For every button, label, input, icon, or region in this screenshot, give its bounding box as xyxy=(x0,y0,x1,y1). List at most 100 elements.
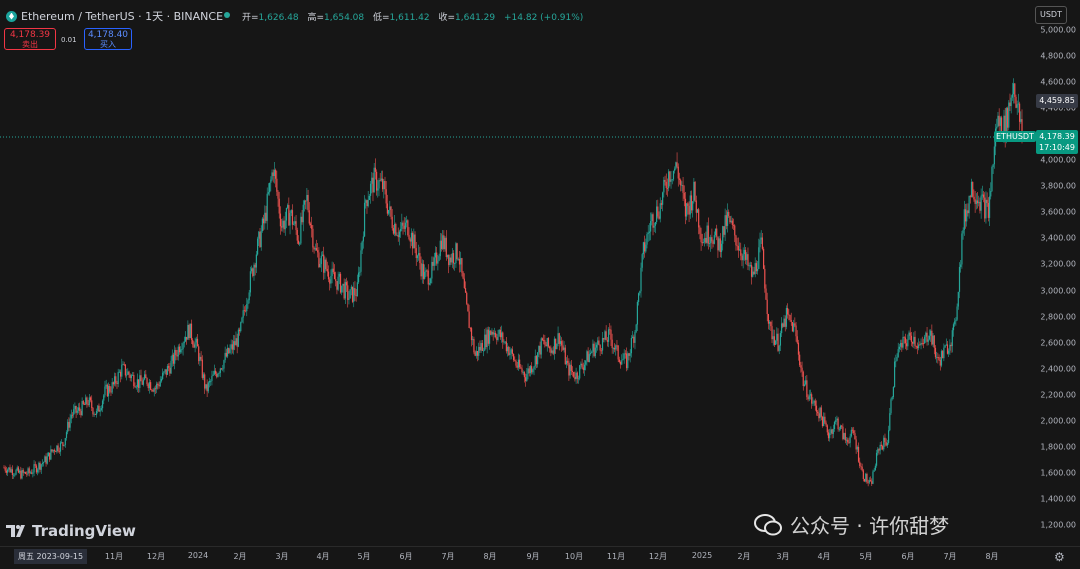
candle-body xyxy=(426,270,428,272)
candle-body xyxy=(445,237,447,258)
last-price: 4,178.39 xyxy=(1039,132,1075,141)
candle-body xyxy=(116,383,118,385)
y-tick-label: 1,600.00 xyxy=(1040,468,1076,478)
y-tick-label: 3,800.00 xyxy=(1040,181,1076,191)
candle-body xyxy=(616,345,618,347)
candle-body xyxy=(981,194,983,196)
candle-body xyxy=(261,218,264,232)
candle-body xyxy=(734,225,736,236)
candle-body xyxy=(212,374,214,376)
candle-body xyxy=(900,342,902,347)
candle-body xyxy=(379,180,381,182)
candle-body xyxy=(493,332,495,335)
candle-body xyxy=(895,360,897,362)
candle-body xyxy=(62,442,64,446)
candle-body xyxy=(729,216,731,223)
candle-body xyxy=(580,363,582,366)
candle-body xyxy=(972,181,974,197)
candle-body xyxy=(319,263,321,268)
candle-body xyxy=(942,351,944,359)
candle-body xyxy=(307,194,309,211)
y-tick-label: 2,400.00 xyxy=(1040,364,1076,374)
candle-body xyxy=(1011,94,1013,98)
candle-body xyxy=(392,228,395,234)
tradingview-logo[interactable]: TradingView xyxy=(6,522,136,540)
candle-body xyxy=(961,233,963,265)
candle-body xyxy=(366,200,368,207)
close-label: 收= xyxy=(438,13,456,23)
candle-body xyxy=(110,391,112,393)
candle-body xyxy=(68,421,70,428)
candle-body xyxy=(732,224,735,226)
candle-body xyxy=(403,225,405,229)
chart-area[interactable] xyxy=(0,0,1032,546)
candle-body xyxy=(1012,83,1015,95)
candle-body xyxy=(132,374,134,376)
candle-body xyxy=(384,180,386,190)
candle-body xyxy=(932,335,934,345)
candle-body xyxy=(513,354,515,361)
x-tick-label: 2月 xyxy=(233,552,247,561)
candle-body xyxy=(511,349,513,355)
candle-body xyxy=(770,321,772,327)
candle-body xyxy=(982,194,985,198)
candle-body xyxy=(787,307,789,315)
candle-body xyxy=(813,400,815,403)
candle-body xyxy=(960,264,962,267)
candle-body xyxy=(408,235,410,240)
candle-body xyxy=(184,336,187,342)
candle-body xyxy=(916,346,919,349)
candle-body xyxy=(312,228,314,248)
candle-body xyxy=(636,301,638,325)
symbol-header[interactable]: Ethereum / TetherUS · 1天 · BINANCE xyxy=(6,8,223,24)
candle-body xyxy=(313,247,315,250)
candle-body xyxy=(410,232,413,242)
candle-body xyxy=(761,237,763,249)
candle-body xyxy=(891,397,893,400)
currency-selector[interactable]: USDT xyxy=(1035,6,1067,24)
x-tick-label: 5月 xyxy=(859,552,873,561)
symbol-title[interactable]: Ethereum / TetherUS · 1天 · BINANCE xyxy=(21,8,223,24)
candle-body xyxy=(652,214,654,228)
candle-body xyxy=(711,237,713,242)
candle-body xyxy=(425,270,427,272)
candle-body xyxy=(129,374,131,379)
candle-body xyxy=(889,413,891,431)
candle-body xyxy=(785,307,788,327)
candle-body xyxy=(520,367,522,369)
candle-body xyxy=(416,255,419,259)
candle-body xyxy=(675,162,677,169)
candle-body xyxy=(854,433,856,440)
candle-body xyxy=(473,339,475,353)
sell-button[interactable]: 4,178.39 卖出 xyxy=(4,28,56,50)
candle-body xyxy=(886,442,888,446)
candle-body xyxy=(336,281,338,290)
candle-body xyxy=(624,353,626,355)
price-axis[interactable]: 5,000.004,800.004,600.004,400.004,200.00… xyxy=(1032,0,1080,546)
candle-body xyxy=(819,407,821,419)
candle-body xyxy=(957,291,959,307)
candle-body xyxy=(573,371,575,377)
candle-body xyxy=(235,338,237,346)
candle-body xyxy=(467,303,469,312)
candle-body xyxy=(502,332,504,343)
candle-body xyxy=(987,202,989,218)
settings-gear-icon[interactable]: ⚙ xyxy=(1054,550,1065,564)
time-axis[interactable]: 11月 12月 2024 2月 3月 4月 5月 6月 7月 8月 9月 10月 11月 12月 2025 2… xyxy=(0,546,1080,569)
candle-body xyxy=(454,263,456,264)
candle-body xyxy=(196,338,199,347)
candle-body xyxy=(874,465,876,471)
candle-body xyxy=(1010,97,1012,107)
candle-body xyxy=(359,271,361,273)
candle-body xyxy=(506,346,509,352)
candle-body xyxy=(178,346,181,353)
buy-button[interactable]: 4,178.40 买入 xyxy=(84,28,132,50)
candle-body xyxy=(318,252,320,268)
x-tick-label: 11月 xyxy=(606,552,626,561)
candle-body xyxy=(341,285,343,293)
candle-body xyxy=(326,269,328,272)
candle-body xyxy=(505,341,507,352)
candle-body xyxy=(565,360,568,365)
candle-body xyxy=(672,170,675,180)
candle-body xyxy=(688,205,690,215)
